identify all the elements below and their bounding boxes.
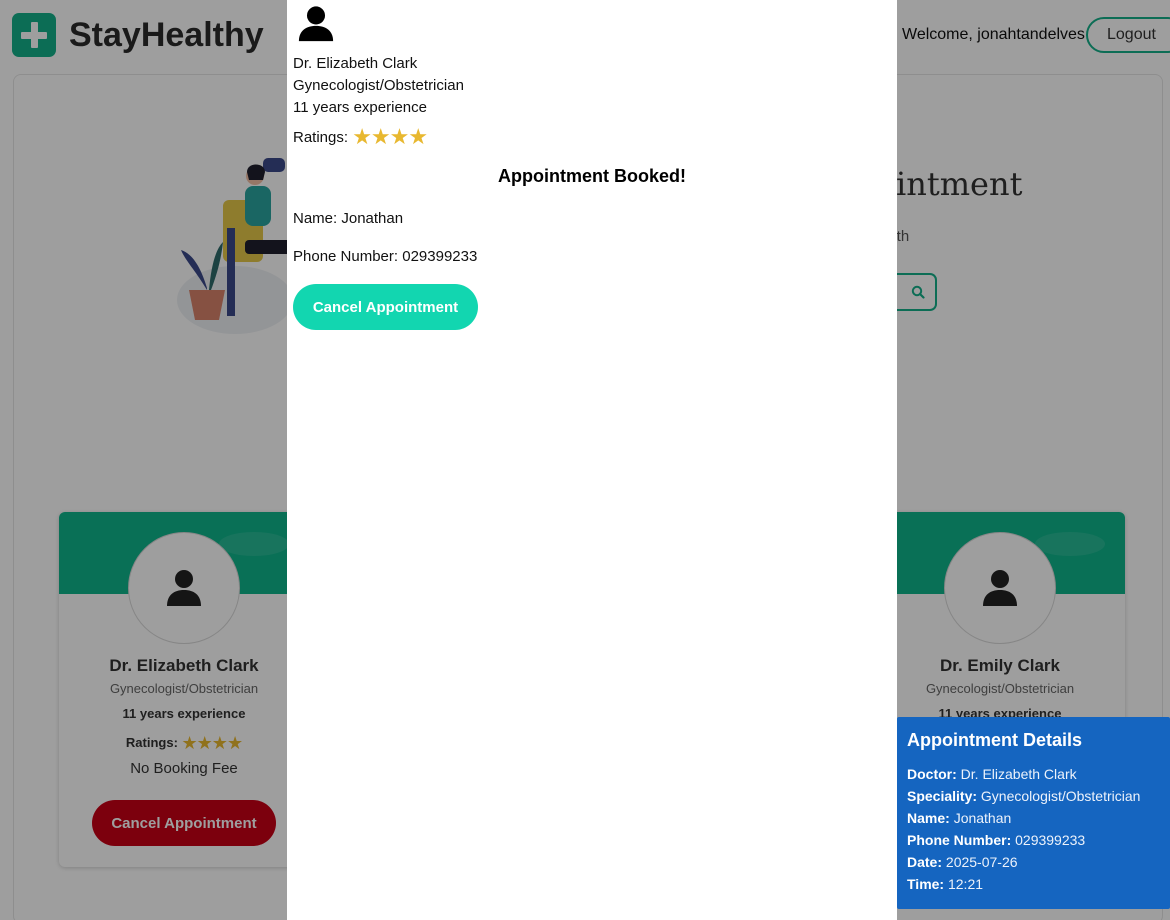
appointment-details-title: Appointment Details: [907, 730, 1083, 750]
detail-row-phone: Phone Number: 029399233: [907, 829, 1170, 851]
detail-label: Speciality:: [907, 788, 978, 804]
star-rating-icons: ★★★★: [352, 124, 428, 149]
detail-label: Name:: [907, 810, 950, 826]
detail-value: 2025-07-26: [945, 854, 1018, 870]
cancel-appointment-button[interactable]: Cancel Appointment: [293, 284, 478, 330]
ratings-label: Ratings:: [293, 129, 349, 146]
detail-value: Jonathan: [953, 810, 1012, 826]
detail-value: Gynecologist/Obstetrician: [980, 788, 1141, 804]
modal-phone-number: Phone Number: 029399233: [293, 248, 478, 265]
user-icon: [298, 6, 334, 42]
modal-title: Appointment Booked!: [498, 166, 686, 186]
appointment-modal: Dr. Elizabeth Clark Gynecologist/Obstetr…: [287, 0, 897, 920]
detail-label: Date:: [907, 854, 943, 870]
modal-doctor-speciality: Gynecologist/Obstetrician: [293, 77, 464, 94]
detail-value: 029399233: [1015, 832, 1086, 848]
detail-row-name: Name: Jonathan: [907, 807, 1170, 829]
modal-doctor-experience: 11 years experience: [293, 99, 427, 116]
detail-label: Phone Number:: [907, 832, 1012, 848]
detail-row-time: Time: 12:21: [907, 873, 1170, 895]
modal-ratings: Ratings: ★★★★: [293, 124, 428, 150]
detail-row-doctor: Doctor: Dr. Elizabeth Clark: [907, 763, 1170, 785]
appointment-details-panel: Appointment Details Doctor: Dr. Elizabet…: [897, 717, 1170, 909]
detail-label: Doctor:: [907, 766, 957, 782]
modal-doctor-name: Dr. Elizabeth Clark: [293, 55, 418, 72]
detail-label: Time:: [907, 876, 945, 892]
detail-value: Dr. Elizabeth Clark: [960, 766, 1077, 782]
detail-row-date: Date: 2025-07-26: [907, 851, 1170, 873]
detail-row-speciality: Speciality: Gynecologist/Obstetrician: [907, 785, 1170, 807]
detail-value: 12:21: [947, 876, 984, 892]
modal-patient-name: Name: Jonathan: [293, 210, 404, 227]
